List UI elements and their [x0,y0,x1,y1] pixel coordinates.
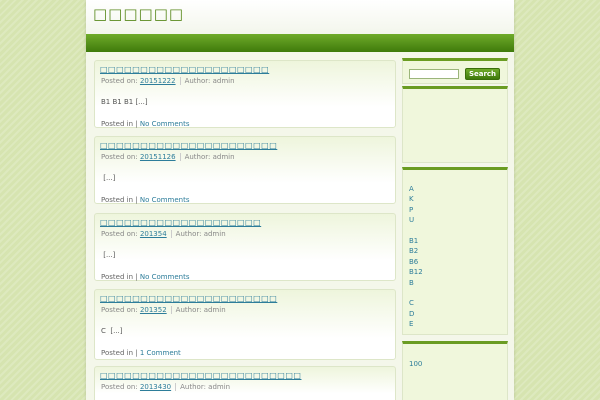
post-author: Author: admin [184,153,235,161]
link-gap [409,288,423,298]
post-meta: Posted on: 2013430 Author: admin [101,383,230,391]
comments-link[interactable]: 1 Comment [140,349,181,357]
link-item[interactable]: E [409,319,423,329]
link-item[interactable]: A [409,184,423,194]
meta-divider [170,230,172,238]
post-footer: Posted in | No Comments [101,196,190,204]
post-date-link[interactable]: 20151126 [140,153,176,161]
post-title-link[interactable]: □□□□□□□□□□□□□□□□□□□□□□□□□ [100,371,301,380]
posted-on-label: Posted on: [101,77,138,85]
link-list: A K P U B1 B2 B6 B12 B C D E [409,184,423,329]
post-meta: Posted on: 20151222 Author: admin [101,77,235,85]
count-widget: 100 [402,341,508,400]
navigation-bar [86,34,514,52]
link-item[interactable]: P [409,205,423,215]
post-card: □□□□□□□□□□□□□□□□□□□□□□ Posted on: 201511… [94,136,396,204]
posted-in-label: Posted in | [101,196,138,204]
post-date-link[interactable]: 20151222 [140,77,176,85]
post-excerpt: C [...] [101,327,123,335]
post-card: □□□□□□□□□□□□□□□□□□□□□□□□□ Posted on: 201… [94,366,396,400]
post-date-link[interactable]: 2013430 [140,383,171,391]
post-date-link[interactable]: 201354 [140,230,167,238]
posted-on-label: Posted on: [101,230,138,238]
post-excerpt: B1 B1 B1 [...] [101,98,148,106]
post-author: Author: admin [180,383,231,391]
post-card: □□□□□□□□□□□□□□□□□□□□□ Posted on: 2015122… [94,60,396,128]
links-widget: A K P U B1 B2 B6 B12 B C D E [402,167,508,335]
count-link[interactable]: 100 [409,360,422,368]
post-title-link[interactable]: □□□□□□□□□□□□□□□□□□□□ [100,218,261,227]
post-author: Author: admin [175,230,226,238]
post-meta: Posted on: 20151126 Author: admin [101,153,235,161]
posted-on-label: Posted on: [101,306,138,314]
meta-divider [179,77,181,85]
post-meta: Posted on: 201354 Author: admin [101,230,226,238]
comments-link[interactable]: No Comments [140,120,190,128]
link-item[interactable]: B2 [409,246,423,256]
post-footer: Posted in | 1 Comment [101,349,181,357]
meta-divider [175,383,177,391]
posted-on-label: Posted on: [101,383,138,391]
post-author: Author: admin [184,77,235,85]
link-item[interactable]: C [409,298,423,308]
post-author: Author: admin [175,306,226,314]
search-input[interactable] [409,69,459,79]
posted-in-label: Posted in | [101,273,138,281]
link-item[interactable]: U [409,215,423,225]
link-item[interactable]: B12 [409,267,423,277]
comments-link[interactable]: No Comments [140,273,190,281]
posted-in-label: Posted in | [101,120,138,128]
meta-divider [170,306,172,314]
posted-in-label: Posted in | [101,349,138,357]
link-item[interactable]: B6 [409,257,423,267]
post-date-link[interactable]: 201352 [140,306,167,314]
site-header: □□□□□□ [86,0,514,34]
post-title-link[interactable]: □□□□□□□□□□□□□□□□□□□□□ [100,65,269,74]
meta-divider [179,153,181,161]
link-item[interactable]: K [409,194,423,204]
post-footer: Posted in | No Comments [101,120,190,128]
posted-on-label: Posted on: [101,153,138,161]
post-excerpt: [...] [101,251,116,259]
search-widget: Search [402,58,508,84]
post-title-link[interactable]: □□□□□□□□□□□□□□□□□□□□□□ [100,294,277,303]
search-button[interactable]: Search [465,68,500,80]
link-item[interactable]: B1 [409,236,423,246]
link-gap [409,226,423,236]
post-card: □□□□□□□□□□□□□□□□□□□□□□ Posted on: 201352… [94,289,396,360]
comments-link[interactable]: No Comments [140,196,190,204]
page-wrapper: □□□□□□ □□□□□□□□□□□□□□□□□□□□□ Posted on: … [86,0,514,400]
post-excerpt: [...] [101,174,116,182]
post-meta: Posted on: 201352 Author: admin [101,306,226,314]
site-title[interactable]: □□□□□□ [93,5,184,23]
empty-widget [402,86,508,163]
link-item[interactable]: D [409,309,423,319]
post-title-link[interactable]: □□□□□□□□□□□□□□□□□□□□□□ [100,141,277,150]
post-footer: Posted in | No Comments [101,273,190,281]
link-item[interactable]: B [409,278,423,288]
post-card: □□□□□□□□□□□□□□□□□□□□ Posted on: 201354 Au… [94,213,396,281]
